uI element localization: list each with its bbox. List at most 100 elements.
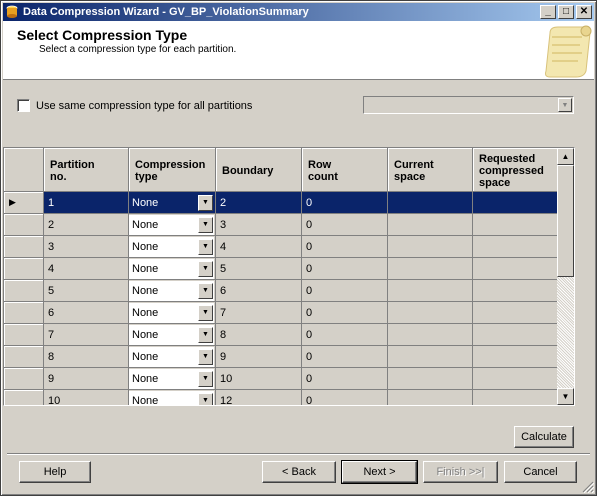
dropdown-arrow-icon[interactable]: ▼: [198, 392, 213, 405]
row-header[interactable]: [4, 368, 44, 390]
table-row[interactable]: 3 None ▼ 4 0: [4, 236, 558, 258]
dropdown-arrow-icon[interactable]: ▼: [198, 194, 213, 211]
compression-type-value: None: [132, 262, 159, 275]
row-header[interactable]: [4, 214, 44, 236]
row-count-cell: 0: [302, 214, 388, 236]
table-row[interactable]: ▶ 1 None ▼ 2 0: [4, 192, 558, 214]
compression-type-combo[interactable]: None ▼: [129, 236, 214, 257]
wizard-header: Select Compression Type Select a compres…: [3, 21, 594, 80]
compression-type-cell[interactable]: None ▼: [129, 214, 216, 236]
current-space-cell: [388, 192, 473, 214]
compression-type-combo[interactable]: None ▼: [129, 214, 214, 235]
row-header[interactable]: [4, 324, 44, 346]
partition-cell: 1: [44, 192, 129, 214]
compression-type-cell[interactable]: None ▼: [129, 236, 216, 258]
boundary-cell: 10: [216, 368, 302, 390]
current-space-cell: [388, 368, 473, 390]
column-header-requested-space[interactable]: Requested compressed space: [473, 148, 558, 192]
maximize-button[interactable]: □: [558, 5, 574, 19]
partition-cell: 4: [44, 258, 129, 280]
resize-grip-icon[interactable]: [582, 481, 594, 493]
compression-type-cell[interactable]: None ▼: [129, 368, 216, 390]
current-space-cell: [388, 280, 473, 302]
boundary-cell: 9: [216, 346, 302, 368]
compression-type-cell[interactable]: None ▼: [129, 346, 216, 368]
finish-button[interactable]: Finish >>|: [423, 461, 498, 483]
grid-rows: ▶ 1 None ▼ 2 0 2 None ▼ 3 0 3 None ▼ 4 0 4 None ▼ 5 0 5 None ▼ 6…: [4, 192, 558, 405]
vertical-scrollbar[interactable]: ▲ ▼: [557, 148, 574, 405]
table-row[interactable]: 2 None ▼ 3 0: [4, 214, 558, 236]
compression-type-combo[interactable]: None ▼: [129, 346, 214, 367]
compression-type-combo[interactable]: None ▼: [129, 258, 214, 279]
compression-type-cell[interactable]: None ▼: [129, 324, 216, 346]
compression-type-combo[interactable]: None ▼: [129, 324, 214, 345]
table-row[interactable]: 6 None ▼ 7 0: [4, 302, 558, 324]
compression-type-combo[interactable]: None ▼: [129, 390, 214, 406]
compression-type-combo[interactable]: None ▼: [129, 368, 214, 389]
same-type-checkbox[interactable]: [17, 99, 30, 112]
row-header[interactable]: [4, 302, 44, 324]
close-button[interactable]: ✕: [576, 5, 592, 19]
help-button[interactable]: Help: [19, 461, 91, 483]
next-button[interactable]: Next >: [341, 460, 418, 484]
close-icon: ✕: [579, 6, 589, 17]
dropdown-arrow-icon[interactable]: ▼: [198, 238, 213, 255]
current-space-cell: [388, 236, 473, 258]
table-row[interactable]: 9 None ▼ 10 0: [4, 368, 558, 390]
row-header[interactable]: [4, 280, 44, 302]
back-button[interactable]: < Back: [262, 461, 336, 483]
partition-grid[interactable]: Partition no. Compression type Boundary …: [3, 147, 575, 406]
same-type-option[interactable]: Use same compression type for all partit…: [17, 99, 252, 112]
current-space-cell: [388, 214, 473, 236]
compression-type-cell[interactable]: None ▼: [129, 192, 216, 214]
row-header[interactable]: [4, 236, 44, 258]
dropdown-arrow-icon[interactable]: ▼: [198, 326, 213, 343]
row-header[interactable]: ▶: [4, 192, 44, 214]
calculate-button[interactable]: Calculate: [514, 426, 574, 448]
scroll-up-button[interactable]: ▲: [557, 148, 574, 165]
compression-type-value: None: [132, 350, 159, 363]
row-header[interactable]: [4, 346, 44, 368]
compression-type-combo[interactable]: None ▼: [129, 280, 214, 301]
dropdown-arrow-icon[interactable]: ▼: [558, 98, 572, 112]
dropdown-arrow-icon[interactable]: ▼: [198, 370, 213, 387]
dropdown-arrow-icon[interactable]: ▼: [198, 216, 213, 233]
row-count-cell: 0: [302, 324, 388, 346]
dropdown-arrow-icon[interactable]: ▼: [198, 304, 213, 321]
table-row[interactable]: 7 None ▼ 8 0: [4, 324, 558, 346]
table-row[interactable]: 5 None ▼ 6 0: [4, 280, 558, 302]
current-space-cell: [388, 346, 473, 368]
table-row[interactable]: 4 None ▼ 5 0: [4, 258, 558, 280]
compression-type-cell[interactable]: None ▼: [129, 390, 216, 405]
compression-type-combo[interactable]: None ▼: [129, 302, 214, 323]
column-header-boundary[interactable]: Boundary: [216, 148, 302, 192]
row-header[interactable]: [4, 390, 44, 405]
scroll-down-button[interactable]: ▼: [557, 388, 574, 405]
dropdown-arrow-icon[interactable]: ▼: [198, 260, 213, 277]
column-header-current-space[interactable]: Current space: [388, 148, 473, 192]
compression-type-combo[interactable]: None ▼: [129, 192, 214, 213]
row-header[interactable]: [4, 258, 44, 280]
minimize-button[interactable]: _: [540, 5, 556, 19]
dropdown-arrow-icon[interactable]: ▼: [198, 282, 213, 299]
column-header-partition[interactable]: Partition no.: [44, 148, 129, 192]
column-header-row-count[interactable]: Row count: [302, 148, 388, 192]
same-type-combo[interactable]: ▼: [363, 96, 574, 114]
column-header-compression-type[interactable]: Compression type: [129, 148, 216, 192]
table-row[interactable]: 10 None ▼ 12 0: [4, 390, 558, 405]
cancel-button[interactable]: Cancel: [504, 461, 577, 483]
compression-type-cell[interactable]: None ▼: [129, 258, 216, 280]
scroll-thumb[interactable]: [557, 165, 574, 277]
title-bar[interactable]: Data Compression Wizard - GV_BP_Violatio…: [3, 3, 594, 21]
partition-cell: 10: [44, 390, 129, 405]
compression-type-cell[interactable]: None ▼: [129, 302, 216, 324]
row-count-cell: 0: [302, 192, 388, 214]
table-row[interactable]: 8 None ▼ 9 0: [4, 346, 558, 368]
page-subtitle: Select a compression type for each parti…: [39, 44, 237, 55]
dropdown-arrow-icon[interactable]: ▼: [198, 348, 213, 365]
current-space-cell: [388, 390, 473, 405]
compression-type-value: None: [132, 394, 159, 406]
boundary-cell: 3: [216, 214, 302, 236]
compression-type-cell[interactable]: None ▼: [129, 280, 216, 302]
button-separator: [7, 453, 590, 455]
